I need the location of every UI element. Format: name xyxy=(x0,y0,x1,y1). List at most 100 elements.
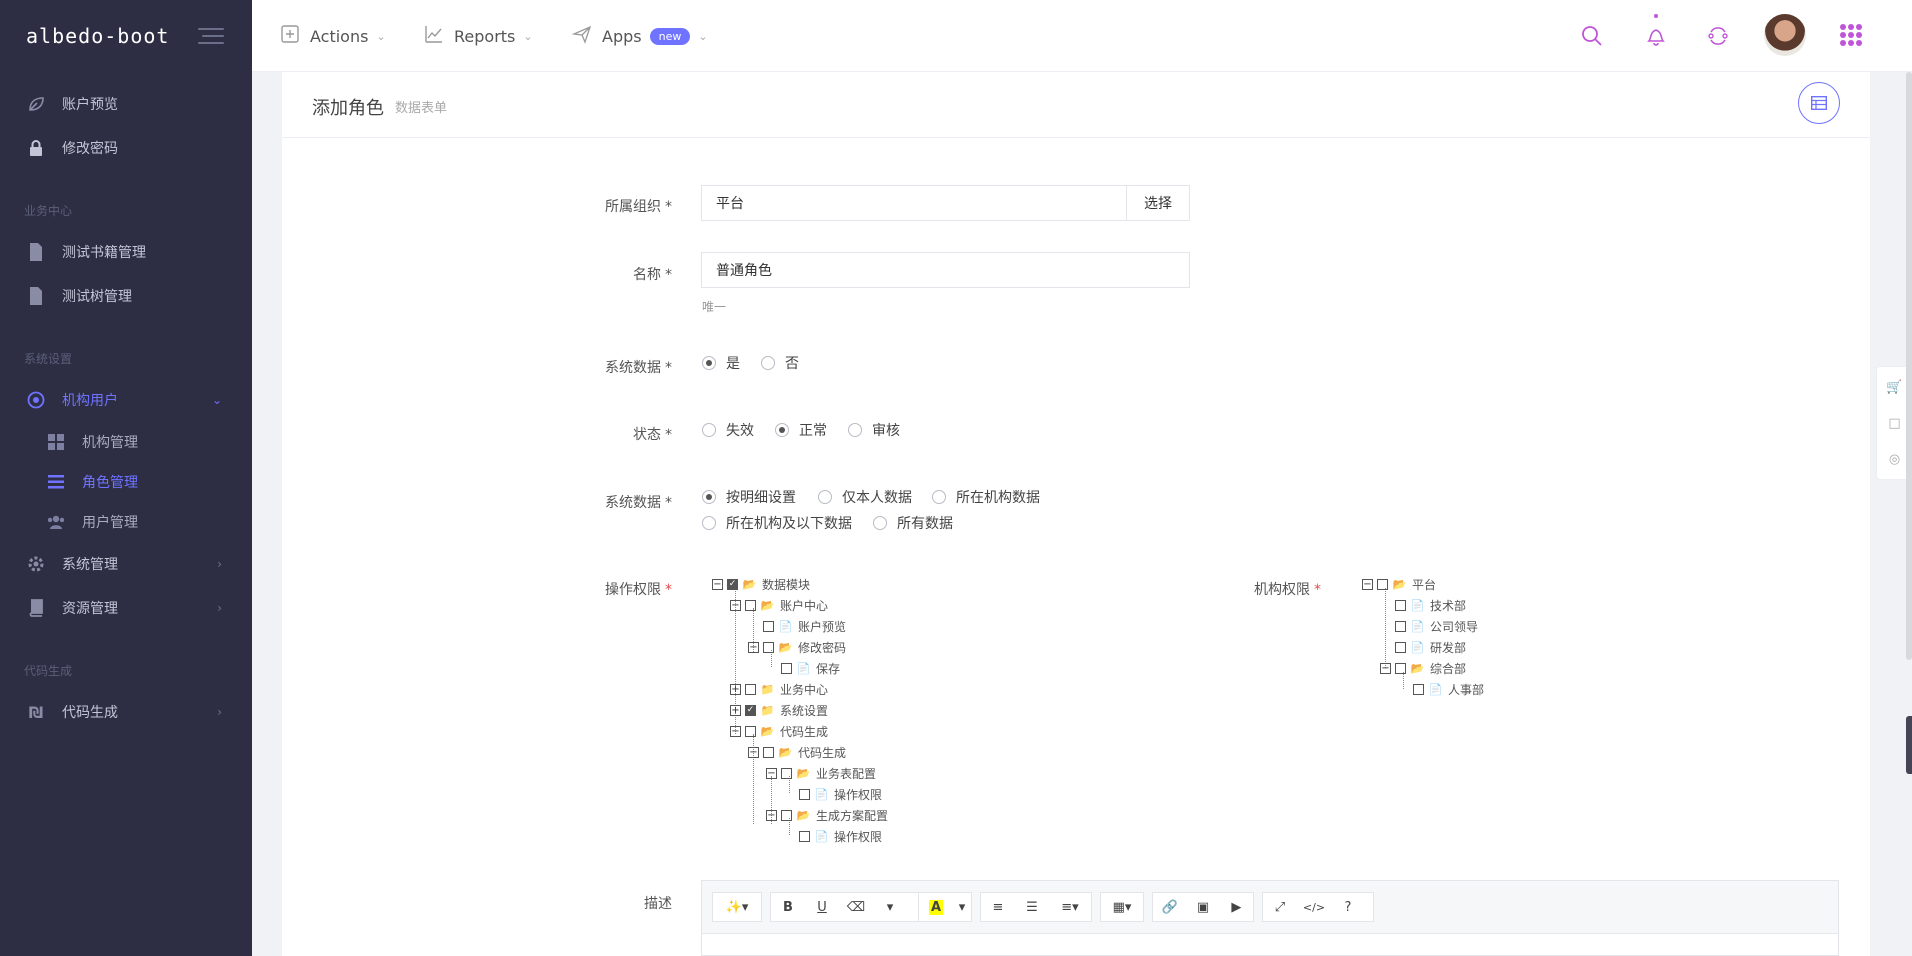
sidebar-item-system-manage[interactable]: 系统管理 › xyxy=(0,544,252,584)
datascope-org-radio[interactable]: 所在机构数据 xyxy=(932,487,1040,507)
folder-open-icon: 📂 xyxy=(760,598,775,612)
tree-node[interactable]: + ✓ 📁 系统设置 xyxy=(730,701,828,719)
tree-node[interactable]: + 📁 业务中心 xyxy=(730,680,828,698)
sidebar-subitem-label: 机构管理 xyxy=(82,435,138,451)
sysdata-no-radio[interactable]: 否 xyxy=(761,353,799,373)
sidebar-item-tree[interactable]: 测试树管理 xyxy=(0,276,252,316)
ordered-list-icon[interactable]: ☰ xyxy=(1015,893,1049,921)
reports-menu[interactable]: Reports ⌄ xyxy=(424,0,533,72)
tree-node[interactable]: − ✓ 📂 数据模块 xyxy=(712,575,810,593)
tree-node[interactable]: 📄 研发部 xyxy=(1395,638,1466,656)
video-icon[interactable]: ▶ xyxy=(1220,893,1253,921)
name-field[interactable]: 普通角色 xyxy=(701,252,1190,288)
chevron-down-icon: ⌄ xyxy=(211,393,222,407)
gear-icon xyxy=(26,554,46,574)
sidebar-subitem-label: 角色管理 xyxy=(82,475,138,491)
list-icon xyxy=(46,472,66,492)
select-org-button[interactable]: 选择 xyxy=(1126,185,1190,221)
sidebar-item-resource-manage[interactable]: 资源管理 › xyxy=(0,588,252,628)
tree-node[interactable]: − 📂 平台 xyxy=(1362,575,1436,593)
apps-menu[interactable]: Apps new ⌄ xyxy=(571,0,708,72)
reports-label: Reports xyxy=(454,26,516,46)
image-icon[interactable]: ▣ xyxy=(1186,893,1219,921)
table-view-button[interactable] xyxy=(1798,82,1840,124)
datascope-self-radio[interactable]: 仅本人数据 xyxy=(818,487,912,507)
status-invalid-radio[interactable]: 失效 xyxy=(702,420,754,440)
datascope-detail-radio[interactable]: 按明细设置 xyxy=(702,487,796,507)
chevron-down-icon[interactable]: ▾ xyxy=(953,893,971,921)
tree-node[interactable]: 📄 人事部 xyxy=(1413,680,1484,698)
section-label-system: 系统设置 xyxy=(24,352,73,366)
status-audit-radio[interactable]: 审核 xyxy=(848,420,900,440)
chevron-down-icon: ⌄ xyxy=(698,29,708,43)
bold-button[interactable]: B xyxy=(771,893,805,921)
new-badge: new xyxy=(649,27,691,45)
org-field[interactable]: 平台 xyxy=(701,185,1127,221)
align-icon[interactable]: ≡▾ xyxy=(1049,893,1091,921)
bell-icon[interactable] xyxy=(1642,22,1670,50)
file-icon: 📄 xyxy=(1410,640,1425,654)
tree-node[interactable]: − 📂 代码生成 xyxy=(730,722,828,740)
code-view-button[interactable]: </> xyxy=(1297,893,1331,921)
sidebar-subitem-user-manage[interactable]: 用户管理 xyxy=(0,504,252,540)
tree-node[interactable]: − 📂 综合部 xyxy=(1380,659,1466,677)
sidebar-item-books[interactable]: 测试书籍管理 xyxy=(0,232,252,272)
status-normal-radio[interactable]: 正常 xyxy=(775,420,827,440)
chevron-right-icon: › xyxy=(217,557,222,571)
tree-node[interactable]: 📄 操作权限 xyxy=(799,785,882,803)
apps-grid-icon[interactable] xyxy=(1840,24,1862,46)
tree-node[interactable]: − 📂 账户中心 xyxy=(730,596,828,614)
side-tab[interactable] xyxy=(1906,716,1912,774)
datascope-all-radio[interactable]: 所有数据 xyxy=(873,513,953,533)
chevron-right-icon: › xyxy=(217,601,222,615)
view-group: ⤢ </> ? xyxy=(1262,892,1374,922)
topbar: Actions ⌄ Reports ⌄ Apps new ⌄ xyxy=(252,0,1912,72)
datascope-org-below-radio[interactable]: 所在机构及以下数据 xyxy=(702,513,852,533)
tree-node[interactable]: − 📂 修改密码 xyxy=(748,638,846,656)
folder-icon: 📁 xyxy=(760,703,775,717)
hamburger-icon[interactable] xyxy=(198,28,224,44)
scrollbar[interactable] xyxy=(1906,72,1912,660)
bullet-list-icon[interactable]: ≡ xyxy=(981,893,1015,921)
tree-node[interactable]: 📄 公司领导 xyxy=(1395,617,1478,635)
font-dropdown[interactable]: ▾ xyxy=(873,893,907,921)
name-label: 名称 * xyxy=(633,267,672,283)
sidebar-subitem-role-manage[interactable]: 角色管理 xyxy=(0,464,252,500)
highlight-button[interactable]: A xyxy=(919,893,953,921)
tree-node[interactable]: − 📂 生成方案配置 xyxy=(766,806,888,824)
sidebar-item-account-preview[interactable]: 账户预览 xyxy=(0,84,252,124)
underline-button[interactable]: U xyxy=(805,893,839,921)
table-icon[interactable]: ▦▾ xyxy=(1101,893,1143,921)
sysdata-yes-radio[interactable]: 是 xyxy=(702,353,740,373)
search-icon[interactable] xyxy=(1578,22,1606,50)
list-group: ≡ ☰ ≡▾ xyxy=(980,892,1092,922)
tree-node[interactable]: − 📂 代码生成 xyxy=(748,743,846,761)
folder-open-icon: 📂 xyxy=(760,724,775,738)
card-header: 添加角色 数据表单 xyxy=(282,72,1870,138)
sidebar-subitem-org-manage[interactable]: 机构管理 xyxy=(0,424,252,460)
sidebar-item-org-users[interactable]: 机构用户 ⌄ xyxy=(0,380,252,420)
name-help-text: 唯一 xyxy=(702,300,727,314)
tree-node[interactable]: 📄 技术部 xyxy=(1395,596,1466,614)
rich-text-editor[interactable]: ✨▾ B U ⌫ ▾ A ▾ ≡ ☰ ≡▾ ▦▾ 🔗 ▣ ▶ ⤢ </> ? xyxy=(701,880,1839,956)
tree-node[interactable]: − 📂 业务表配置 xyxy=(766,764,876,782)
actions-menu[interactable]: Actions ⌄ xyxy=(280,0,386,72)
tree-node[interactable]: 📄 操作权限 xyxy=(799,827,882,845)
sync-icon[interactable] xyxy=(1704,22,1732,50)
tree-node[interactable]: 📄 账户预览 xyxy=(763,617,846,635)
help-button[interactable]: ? xyxy=(1331,893,1365,921)
eraser-icon[interactable]: ⌫ xyxy=(839,893,873,921)
status-label: 状态 * xyxy=(633,427,672,443)
sidebar-item-codegen[interactable]: ₪ 代码生成 › xyxy=(0,692,252,732)
sidebar-item-change-password[interactable]: 修改密码 xyxy=(0,128,252,168)
link-icon[interactable]: 🔗 xyxy=(1153,893,1186,921)
folder-open-icon: 📂 xyxy=(796,808,811,822)
file-icon: 📄 xyxy=(1428,682,1443,696)
style-dropdown[interactable]: ✨▾ xyxy=(712,892,762,922)
section-label-codegen: 代码生成 xyxy=(24,664,73,678)
orgperm-label: 机构权限 * xyxy=(1254,582,1321,598)
folder-open-icon: 📂 xyxy=(742,577,757,591)
avatar[interactable] xyxy=(1764,14,1806,56)
tree-node[interactable]: 📄 保存 xyxy=(781,659,840,677)
fullscreen-icon[interactable]: ⤢ xyxy=(1263,893,1297,921)
